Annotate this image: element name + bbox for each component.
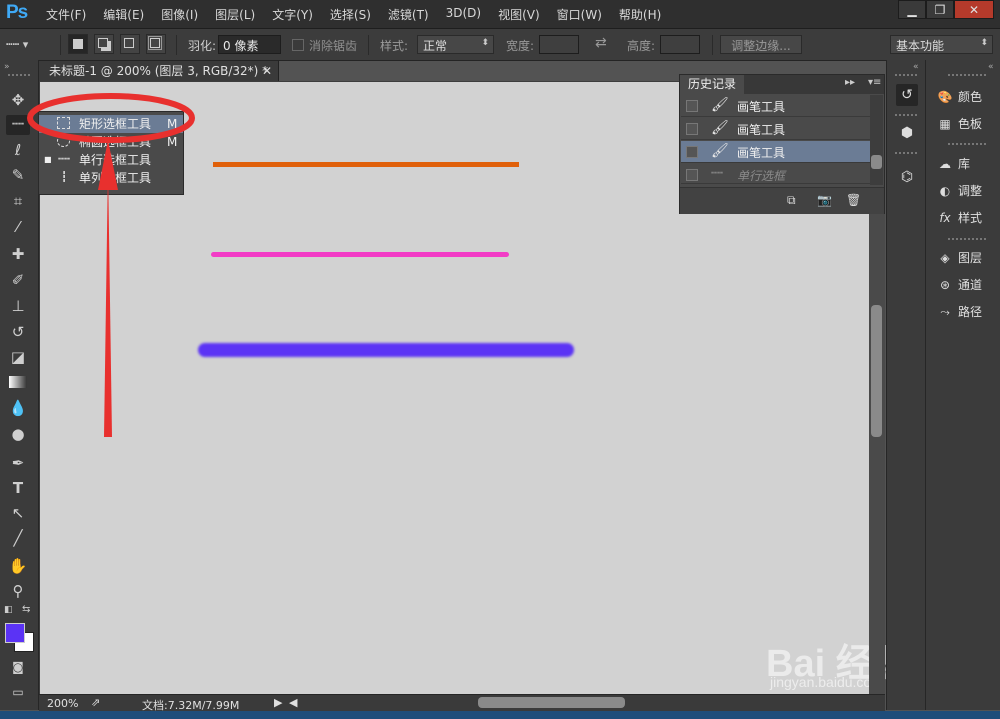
panel-styles[interactable]: fx 样式 bbox=[934, 207, 982, 229]
snapshot-checkbox[interactable] bbox=[686, 123, 698, 135]
paths-icon: ⤳ bbox=[940, 305, 950, 319]
snapshot-checkbox[interactable] bbox=[686, 100, 698, 112]
properties-panel-icon[interactable]: ⌬ bbox=[896, 166, 918, 188]
snapshot-checkbox[interactable] bbox=[686, 146, 698, 158]
panel-grip[interactable] bbox=[895, 152, 917, 154]
panel-grip[interactable] bbox=[895, 114, 917, 116]
layers-icon: ◈ bbox=[940, 251, 950, 265]
trash-icon[interactable]: 🗑 bbox=[846, 193, 861, 207]
panel-color[interactable]: 🎨 颜色 bbox=[934, 86, 983, 108]
camera-icon[interactable]: 📷 bbox=[817, 193, 832, 207]
channels-icon: ⊛ bbox=[939, 278, 951, 292]
snapshot-checkbox[interactable] bbox=[686, 169, 698, 181]
collapse-icon[interactable]: « bbox=[913, 62, 919, 72]
panel-swatches[interactable]: ▦ 色板 bbox=[934, 113, 982, 135]
panel-icon-strip: « ↺ ⬢ ⌬ bbox=[886, 60, 925, 710]
brush-icon: 🖌 bbox=[711, 97, 729, 113]
expand-icon[interactable]: « bbox=[988, 62, 994, 72]
panel-grip[interactable] bbox=[948, 74, 988, 76]
brush-icon: 🖌 bbox=[711, 143, 729, 159]
panel-adjustments[interactable]: ◐ 调整 bbox=[934, 180, 982, 202]
new-document-from-state-icon[interactable]: ⧉ bbox=[787, 193, 796, 208]
panel-grip[interactable] bbox=[948, 143, 988, 145]
3d-panel-icon[interactable]: ⬢ bbox=[896, 122, 918, 144]
history-panel-icon[interactable]: ↺ bbox=[896, 84, 918, 106]
history-panel-header: 历史记录 ▸▸ ▾≡ bbox=[680, 75, 884, 94]
highlight-arrow bbox=[104, 165, 112, 437]
brush-icon: 🖌 bbox=[711, 120, 729, 136]
panel-libraries[interactable]: ☁ 库 bbox=[934, 153, 970, 175]
highlight-arrow-head bbox=[98, 140, 118, 190]
history-tab[interactable]: 历史记录 bbox=[680, 75, 745, 94]
panel-channels[interactable]: ⊛ 通道 bbox=[934, 274, 982, 296]
panel-layers[interactable]: ◈ 图层 bbox=[934, 247, 982, 269]
library-icon: ☁ bbox=[939, 157, 951, 171]
collapse-panel-icon[interactable]: ▸▸ bbox=[845, 77, 855, 88]
swatches-icon: ▦ bbox=[939, 117, 951, 131]
history-item-undone[interactable]: ┅┅ 单行选框 bbox=[681, 164, 870, 184]
history-scrollbar[interactable] bbox=[870, 95, 883, 185]
history-footer: ⧉ 📷 🗑 bbox=[680, 187, 884, 214]
history-item[interactable]: 🖌 画笔工具 bbox=[681, 95, 870, 117]
styles-icon: fx bbox=[939, 211, 951, 225]
panel-grip[interactable] bbox=[948, 238, 988, 240]
history-scroll-thumb[interactable] bbox=[871, 155, 882, 169]
panel-grip[interactable] bbox=[895, 74, 917, 76]
history-panel: 历史记录 ▸▸ ▾≡ 🖌 画笔工具 🖌 画笔工具 🖌 画笔工具 ┅┅ 单行选框 … bbox=[679, 74, 885, 214]
panel-menu-icon[interactable]: ▾≡ bbox=[868, 77, 881, 88]
highlight-ellipse bbox=[27, 93, 195, 143]
history-item-selected[interactable]: 🖌 画笔工具 bbox=[681, 141, 870, 163]
collapsed-panels: « 🎨 颜色 ▦ 色板 ☁ 库 ◐ 调整 fx 样式 ◈ 图层 ⊛ 通道 ⤳ 路径 bbox=[925, 60, 1000, 710]
history-item[interactable]: 🖌 画笔工具 bbox=[681, 118, 870, 140]
palette-icon: 🎨 bbox=[937, 90, 953, 104]
os-taskbar bbox=[0, 711, 1000, 719]
panel-paths[interactable]: ⤳ 路径 bbox=[934, 301, 982, 323]
adjustment-icon: ◐ bbox=[939, 184, 951, 198]
single-row-marquee-icon: ┅┅ bbox=[711, 168, 724, 179]
